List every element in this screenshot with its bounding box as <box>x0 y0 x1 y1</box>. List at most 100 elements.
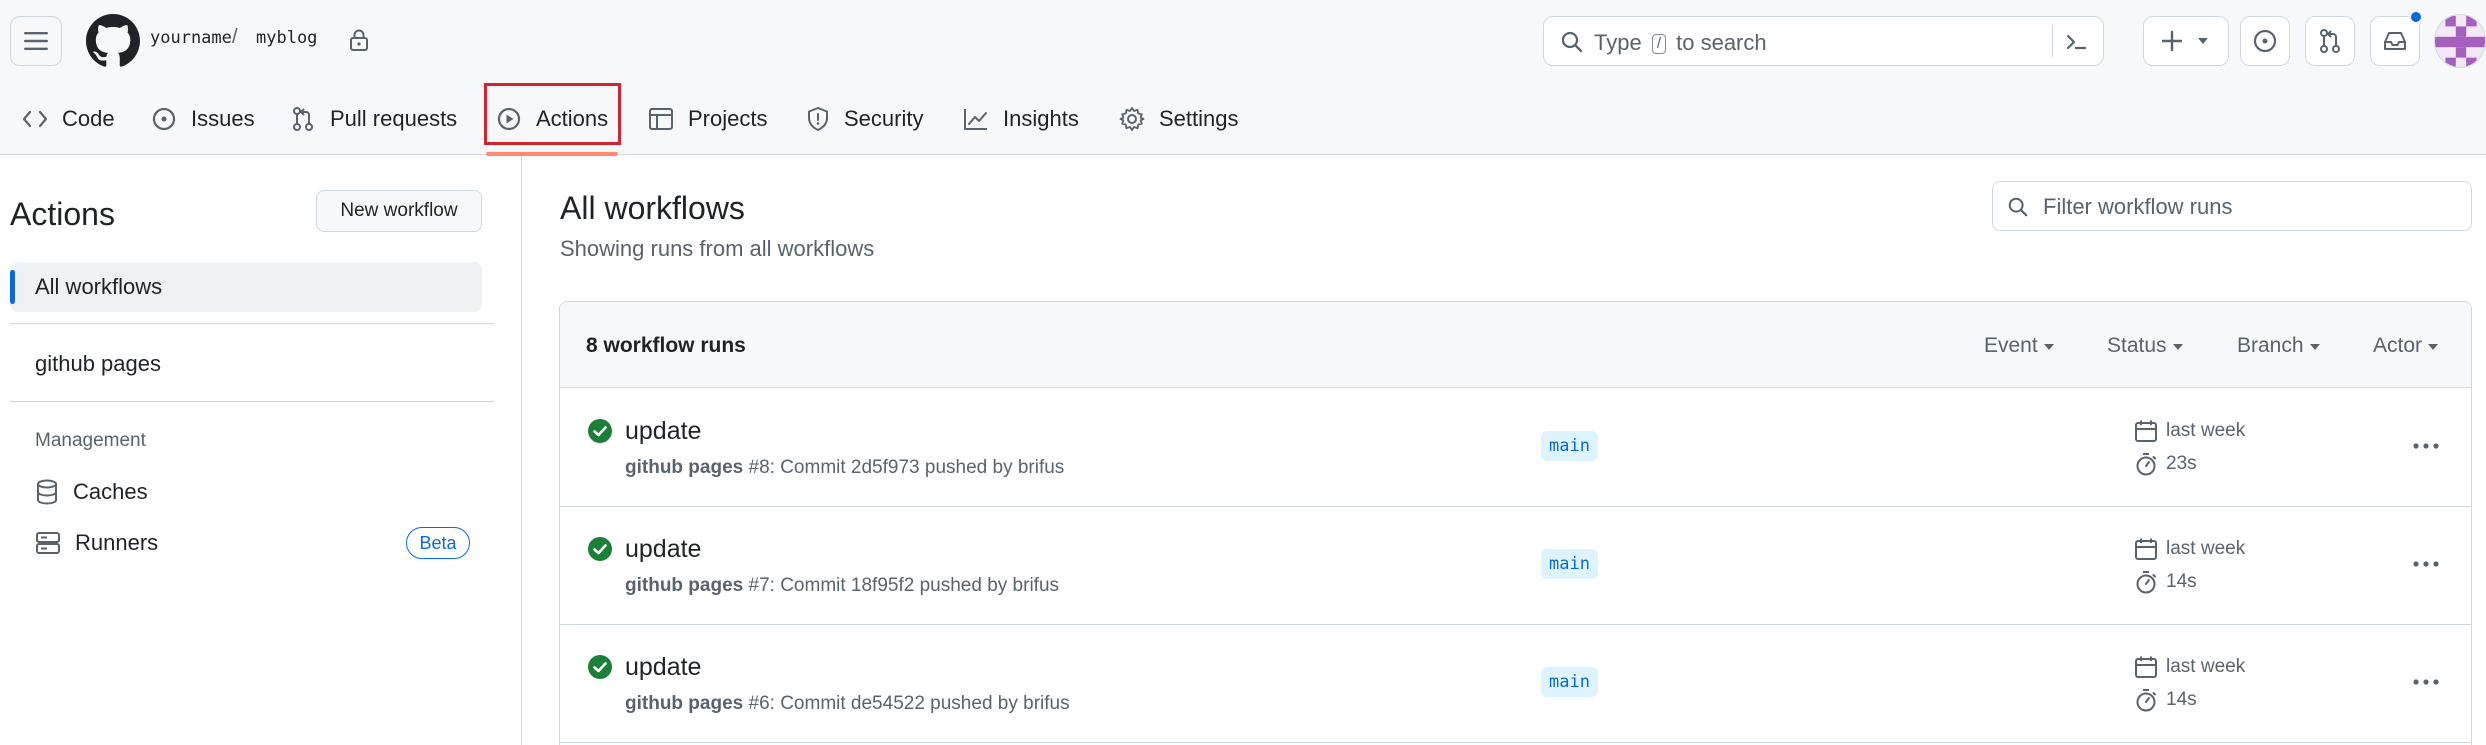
code-icon <box>22 110 48 128</box>
triangle-down-icon <box>2043 344 2054 350</box>
tab-actions-highlight-box <box>484 83 621 145</box>
tab-insights[interactable]: Insights <box>963 84 1079 154</box>
sidebar-heading-management: Management <box>35 430 146 451</box>
run-menu-button[interactable] <box>2406 665 2446 699</box>
filter-workflow-runs[interactable] <box>1992 181 2472 231</box>
sidebar-item-all-workflows[interactable]: All workflows <box>10 262 482 312</box>
sidebar-item-label: Runners <box>75 530 159 555</box>
tab-pull-requests-label: Pull requests <box>330 106 458 131</box>
kebab-horizontal-icon <box>2413 443 2439 449</box>
stopwatch-icon <box>2136 571 2156 594</box>
branch-filter-dropdown[interactable]: Branch <box>2237 334 2320 358</box>
repo-name-link[interactable]: myblog <box>256 28 317 48</box>
tab-settings-label: Settings <box>1159 106 1239 131</box>
run-title-link[interactable]: update <box>625 653 701 682</box>
triangle-down-icon <box>2198 38 2208 44</box>
repo-separator: / <box>232 26 238 48</box>
tab-code-label: Code <box>62 106 115 131</box>
command-palette-icon[interactable] <box>2064 30 2088 54</box>
graph-icon <box>964 109 987 130</box>
run-meta: github pages #7: Commit 18f95f2 pushed b… <box>625 575 1060 596</box>
sidebar-border <box>521 156 522 745</box>
stopwatch-icon <box>2136 453 2156 476</box>
branch-badge[interactable]: main <box>1541 549 1598 579</box>
search-icon <box>1561 31 1583 53</box>
plus-icon <box>2161 30 2183 52</box>
run-title-link[interactable]: update <box>625 535 701 564</box>
sidebar-item-label: github pages <box>35 351 161 376</box>
run-meta: github pages #6: Commit de54522 pushed b… <box>625 693 1070 714</box>
sidebar-divider <box>10 323 494 324</box>
sidebar-title: Actions <box>10 196 115 232</box>
workflow-runs-count: 8 workflow runs <box>586 334 746 357</box>
user-avatar[interactable] <box>2434 14 2486 68</box>
check-circle-fill-icon <box>588 537 612 561</box>
branch-badge[interactable]: main <box>1541 431 1598 461</box>
page-subtitle: Showing runs from all workflows <box>560 236 875 261</box>
run-duration: 23s <box>2134 452 2197 476</box>
sidebar-item-label: All workflows <box>35 274 163 299</box>
branch-badge[interactable]: main <box>1541 667 1598 697</box>
tab-projects[interactable]: Projects <box>648 84 767 154</box>
event-filter-dropdown[interactable]: Event <box>1984 334 2054 358</box>
app-header: yourname / myblog Type / to search Code … <box>0 0 2486 155</box>
workflow-run-row[interactable]: update github pages #8: Commit 2d5f973 p… <box>560 389 2471 507</box>
tab-projects-label: Projects <box>688 106 768 131</box>
search-shortcut-key: / <box>1651 34 1666 54</box>
run-title-link[interactable]: update <box>625 417 701 446</box>
new-workflow-button[interactable]: New workflow <box>316 190 482 232</box>
workflow-run-row[interactable]: update github pages #6: Commit de54522 p… <box>560 625 2471 743</box>
run-meta: github pages #8: Commit 2d5f973 pushed b… <box>625 457 1065 478</box>
run-duration: 14s <box>2134 570 2197 594</box>
git-pull-request-icon <box>293 107 313 131</box>
tab-pull-requests[interactable]: Pull requests <box>290 84 457 154</box>
triangle-down-icon <box>2309 344 2320 350</box>
tab-code[interactable]: Code <box>22 84 115 154</box>
run-menu-button[interactable] <box>2406 429 2446 463</box>
repo-nav-tabs: Code Issues Pull requests Actions Projec… <box>0 84 1400 154</box>
inbox-icon <box>2384 32 2406 50</box>
create-new-button[interactable] <box>2143 16 2229 66</box>
github-logo-icon[interactable] <box>86 14 140 68</box>
sidebar-item-label: Caches <box>73 479 148 504</box>
workflow-run-row[interactable]: update github pages #7: Commit 18f95f2 p… <box>560 507 2471 625</box>
issue-opened-icon <box>2253 29 2277 53</box>
tab-insights-label: Insights <box>1003 106 1079 131</box>
stopwatch-icon <box>2136 689 2156 712</box>
shield-icon <box>808 107 828 131</box>
run-date: last week <box>2134 419 2245 443</box>
check-circle-fill-icon <box>588 419 612 443</box>
search-divider <box>2052 25 2053 57</box>
calendar-icon <box>2135 420 2157 442</box>
status-filter-dropdown[interactable]: Status <box>2107 334 2183 358</box>
calendar-icon <box>2135 656 2157 678</box>
run-duration: 14s <box>2134 688 2197 712</box>
filter-workflow-runs-input[interactable] <box>2043 192 2453 222</box>
repo-owner-link[interactable]: yourname <box>150 28 232 48</box>
tab-security[interactable]: Security <box>806 84 923 154</box>
kebab-horizontal-icon <box>2413 561 2439 567</box>
menu-button[interactable] <box>10 16 62 66</box>
git-pull-request-icon <box>2320 29 2340 53</box>
triangle-down-icon <box>2428 344 2439 350</box>
beta-badge: Beta <box>406 527 470 559</box>
tab-issues[interactable]: Issues <box>151 84 255 154</box>
actor-filter-dropdown[interactable]: Actor <box>2373 334 2439 358</box>
notification-dot <box>2409 10 2423 24</box>
triangle-down-icon <box>2172 344 2183 350</box>
pull-requests-button[interactable] <box>2305 16 2355 66</box>
sidebar-item-caches[interactable]: Caches <box>10 467 482 517</box>
global-search-input[interactable]: Type / to search <box>1543 16 2104 66</box>
run-menu-button[interactable] <box>2406 547 2446 581</box>
sidebar-divider <box>10 401 494 402</box>
gear-icon <box>1119 107 1145 131</box>
table-icon <box>649 108 673 130</box>
sidebar-item-github-pages[interactable]: github pages <box>10 339 482 389</box>
tab-settings[interactable]: Settings <box>1119 84 1239 154</box>
lock-icon <box>350 29 368 51</box>
page-title: All workflows <box>560 190 745 226</box>
tab-security-label: Security <box>844 106 924 131</box>
issue-opened-icon <box>152 107 176 131</box>
run-date: last week <box>2134 655 2245 679</box>
issues-button[interactable] <box>2240 16 2290 66</box>
